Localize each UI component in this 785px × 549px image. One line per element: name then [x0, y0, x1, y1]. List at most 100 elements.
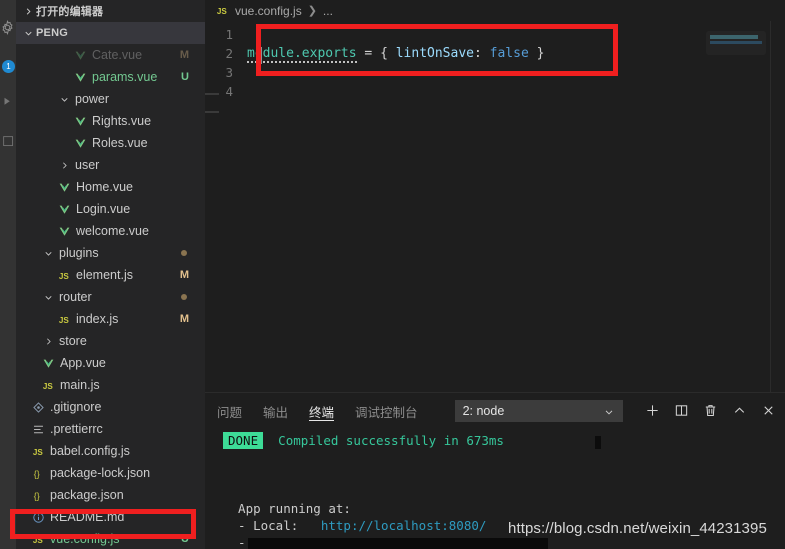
tree-item-element-js[interactable]: JS element.js M	[16, 264, 205, 286]
git-status-badge: M	[180, 313, 189, 325]
panel-actions	[637, 398, 782, 424]
breadcrumb-file[interactable]: vue.config.js	[235, 4, 302, 18]
json-icon: {}	[30, 489, 47, 502]
terminal-selector[interactable]: 2: node	[455, 400, 623, 422]
tree-item-label: Cate.vue	[92, 48, 142, 62]
tree-item-router[interactable]: router	[16, 286, 205, 308]
tree-item-babel-config-js[interactable]: JSbabel.config.js	[16, 440, 205, 462]
git-status-badge: M	[180, 49, 189, 61]
code-line: 4	[205, 82, 785, 101]
chevron-down-icon	[20, 25, 36, 41]
svg-text:JS: JS	[58, 271, 69, 280]
annotation-box-code	[256, 24, 618, 76]
tree-item-app-vue[interactable]: App.vue	[16, 352, 205, 374]
tree-item-home-vue[interactable]: Home.vue	[16, 176, 205, 198]
terminal-selector-value: 2: node	[463, 404, 505, 418]
tab-output[interactable]: 输出	[263, 393, 288, 428]
new-terminal-icon[interactable]	[640, 398, 666, 424]
vscode-window: 1 打开的编辑器 PENG Cate.vue Mparams.vueU power R…	[0, 0, 785, 549]
tree-item-power[interactable]: power	[16, 88, 205, 110]
section-project-peng[interactable]: PENG	[16, 22, 205, 44]
tree-item-store[interactable]: store	[16, 330, 205, 352]
line-number: 4	[205, 84, 247, 99]
code-editor[interactable]: 1 2 module.exports = { lintOnSave: false…	[205, 21, 785, 392]
file-tree: Cate.vue Mparams.vueU power Rights.vueRoles…	[16, 44, 205, 549]
tree-item-label: store	[59, 334, 87, 348]
tree-item--prettierrc[interactable]: .prettierrc	[16, 418, 205, 440]
vue-icon	[72, 49, 89, 62]
tree-item-label: welcome.vue	[76, 224, 149, 238]
tree-item-user[interactable]: user	[16, 154, 205, 176]
line-number: 2	[205, 46, 247, 61]
breadcrumb[interactable]: JS vue.config.js ❯ ...	[205, 0, 785, 21]
svg-text:JS: JS	[42, 381, 53, 390]
git-status-badge: M	[180, 269, 189, 281]
overview-ruler-mark	[205, 93, 219, 95]
tree-item-welcome-vue[interactable]: welcome.vue	[16, 220, 205, 242]
minimap[interactable]	[704, 21, 768, 392]
settings-gear-icon[interactable]	[0, 8, 16, 46]
git-icon	[30, 401, 47, 414]
modified-dot-icon	[181, 250, 187, 256]
bottom-panel: 问题 输出 终端 调试控制台 2: node	[205, 392, 785, 549]
tree-item-cate-vue[interactable]: Cate.vue M	[16, 44, 205, 66]
annotation-box-file	[10, 509, 196, 539]
activity-bar: 1	[0, 0, 16, 549]
project-label: PENG	[36, 27, 68, 39]
source-control-icon[interactable]	[0, 84, 16, 122]
terminal-cursor	[595, 436, 601, 449]
tree-item-index-js[interactable]: JSindex.js M	[16, 308, 205, 330]
config-icon	[30, 423, 47, 436]
tree-item-label: index.js	[76, 312, 118, 326]
terminal-output[interactable]: DONE Compiled successfully in 673ms App …	[205, 428, 785, 549]
chevron-down-icon	[603, 406, 615, 421]
terminal-app-running: App running at:	[223, 500, 785, 517]
svg-text:JS: JS	[217, 7, 228, 16]
local-url[interactable]: http://localhost:8080/	[321, 518, 487, 533]
extensions-icon[interactable]	[0, 122, 16, 160]
section-open-editors[interactable]: 打开的编辑器	[16, 0, 205, 22]
chevron-right-icon	[40, 336, 56, 347]
tree-item-label: Home.vue	[76, 180, 133, 194]
editor-scrollbar[interactable]	[771, 21, 785, 392]
tree-item-rights-vue[interactable]: Rights.vue	[16, 110, 205, 132]
panel-toolbar: 问题 输出 终端 调试控制台 2: node	[205, 393, 785, 428]
chevron-right-icon: ❯	[307, 4, 318, 17]
tab-problems[interactable]: 问题	[217, 393, 242, 428]
tree-item-package-lock-json[interactable]: {}package-lock.json	[16, 462, 205, 484]
tree-item-params-vue[interactable]: params.vueU	[16, 66, 205, 88]
tab-terminal[interactable]: 终端	[309, 393, 334, 428]
line-number: 3	[205, 65, 247, 80]
maximize-panel-icon[interactable]	[727, 398, 753, 424]
tree-item-login-vue[interactable]: Login.vue	[16, 198, 205, 220]
modified-dot-icon	[181, 294, 187, 300]
tree-item-roles-vue[interactable]: Roles.vue	[16, 132, 205, 154]
minimap-code-line	[710, 41, 762, 44]
svg-text:{}: {}	[33, 468, 39, 478]
tab-debug-console[interactable]: 调试控制台	[355, 393, 418, 428]
tree-item-plugins[interactable]: plugins	[16, 242, 205, 264]
tree-item-label: power	[75, 92, 109, 106]
tree-item--gitignore[interactable]: .gitignore	[16, 396, 205, 418]
js-icon: JS	[56, 313, 73, 326]
terminal-status-line: DONE Compiled successfully in 673ms	[223, 432, 785, 449]
split-terminal-icon[interactable]	[669, 398, 695, 424]
tree-item-label: .gitignore	[50, 400, 101, 414]
status-message: Compiled successfully in 673ms	[263, 433, 504, 448]
watermark-mask	[248, 538, 548, 549]
js-icon: JS	[215, 4, 230, 17]
terminal-local-line: - Local: http://localhost:8080/	[223, 517, 785, 534]
chevron-down-icon	[40, 248, 56, 259]
account-icon[interactable]: 1	[0, 46, 16, 84]
close-panel-icon[interactable]	[756, 398, 782, 424]
tree-item-main-js[interactable]: JSmain.js	[16, 374, 205, 396]
kill-terminal-icon[interactable]	[698, 398, 724, 424]
tree-item-label: element.js	[76, 268, 133, 282]
svg-text:{}: {}	[33, 490, 39, 500]
tree-item-package-json[interactable]: {}package.json	[16, 484, 205, 506]
vue-icon	[72, 71, 89, 84]
js-icon: JS	[30, 445, 47, 458]
chevron-down-icon	[56, 94, 72, 105]
vue-icon	[56, 181, 73, 194]
breadcrumb-ellipsis[interactable]: ...	[323, 4, 333, 18]
